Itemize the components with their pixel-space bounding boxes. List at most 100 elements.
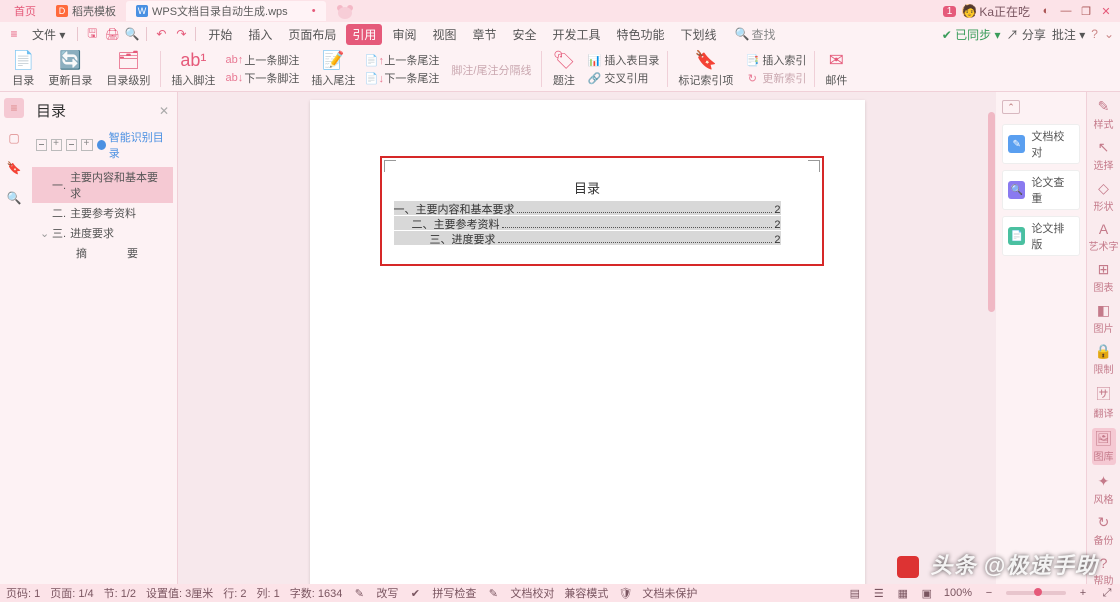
window-close[interactable]: ✕ xyxy=(1096,1,1116,21)
rail-wordart[interactable]: A艺术字 xyxy=(1089,221,1119,253)
rail-style[interactable]: ✎样式 xyxy=(1094,98,1114,131)
print-icon[interactable]: 🖨 xyxy=(104,26,120,42)
share-button[interactable]: ↗ 分享 xyxy=(1007,26,1046,43)
view-read-icon[interactable]: ▣ xyxy=(920,587,934,600)
view-print-icon[interactable]: ▤ xyxy=(848,587,862,600)
rail-style-theme[interactable]: ✦风格 xyxy=(1094,473,1114,506)
search-box[interactable]: 🔍查找 xyxy=(735,26,776,43)
tab-underline[interactable]: 下划线 xyxy=(675,24,723,45)
app-menu-icon[interactable]: ≡ xyxy=(6,26,22,42)
left-strip: ≡ ▢ 🔖 🔍 xyxy=(0,92,28,584)
file-menu[interactable]: 文件 ▾ xyxy=(26,24,71,45)
tab-review[interactable]: 审阅 xyxy=(386,24,422,45)
bookmark-icon[interactable]: 🔖 xyxy=(4,158,24,178)
ai-toc-button[interactable]: 智能识别目录 xyxy=(97,129,169,161)
bear-icon[interactable] xyxy=(332,1,358,21)
outline-tab-icon[interactable]: ≡ xyxy=(4,98,24,118)
tab-insert[interactable]: 插入 xyxy=(242,24,278,45)
tab-active-doc[interactable]: W WPS文档目录自动生成.wps • xyxy=(126,1,326,21)
status-words[interactable]: 字数: 1634 xyxy=(290,585,343,601)
tab-reference[interactable]: 引用 xyxy=(346,24,382,45)
spellcheck-icon[interactable]: ✔ xyxy=(408,587,422,600)
toc-level-button[interactable]: 🗂目录级别 xyxy=(100,48,156,90)
level-down-icon[interactable] xyxy=(66,139,77,151)
update-toc-button[interactable]: 🔄更新目录 xyxy=(42,48,98,90)
window-min[interactable]: — xyxy=(1056,1,1076,21)
status-section[interactable]: 节: 1/2 xyxy=(104,585,136,601)
fit-icon[interactable]: ⤢ xyxy=(1100,587,1114,600)
status-page[interactable]: 页面: 1/4 xyxy=(50,585,93,601)
level-up-icon[interactable] xyxy=(81,139,92,151)
expand-all-icon[interactable] xyxy=(51,139,62,151)
status-pagenum[interactable]: 页码: 1 xyxy=(6,585,40,601)
rail-backup[interactable]: ↻备份 xyxy=(1094,514,1114,547)
user-avatar[interactable]: 🧑 Ka正在吃 xyxy=(962,3,1030,20)
window-restore[interactable]: ❐ xyxy=(1076,1,1096,21)
toc-button[interactable]: 📄目录 xyxy=(6,48,40,90)
approve-button[interactable]: 批注 ▾ xyxy=(1052,26,1085,43)
insert-endnote-button[interactable]: 📝插入尾注 xyxy=(305,48,361,90)
rail-help[interactable]: ?帮助 xyxy=(1094,555,1114,587)
rail-image[interactable]: ◧图片 xyxy=(1094,302,1114,335)
caption-button[interactable]: 🏷题注 xyxy=(546,48,581,90)
notif-badge[interactable]: 1 xyxy=(943,6,957,17)
outline-item[interactable]: 一.主要内容和基本要求 xyxy=(32,167,173,203)
protect-icon[interactable]: 🛡 xyxy=(618,587,632,600)
scrollbar[interactable] xyxy=(986,92,996,584)
outline-item[interactable]: ⌄三.进度要求 xyxy=(32,223,173,243)
mark-index-button[interactable]: 🔖标记索引项 xyxy=(672,48,739,90)
rail-chart[interactable]: ⊞图表 xyxy=(1094,261,1114,294)
rail-translate[interactable]: 🈂翻译 xyxy=(1094,384,1114,420)
collapse-all-icon[interactable] xyxy=(36,139,47,151)
proof-icon[interactable]: ✎ xyxy=(486,587,500,600)
skin-icon[interactable]: ◐ xyxy=(1036,1,1056,21)
tab-dev[interactable]: 开发工具 xyxy=(547,24,607,45)
next-footnote[interactable]: ab↓下一条脚注 xyxy=(227,70,299,86)
zoom-slider[interactable] xyxy=(1006,591,1066,595)
rail-restrict[interactable]: 🔒限制 xyxy=(1094,343,1114,376)
rail-select[interactable]: ↖选择 xyxy=(1094,139,1114,172)
rail-shape[interactable]: ◇形状 xyxy=(1094,180,1114,213)
tab-layout[interactable]: 页面布局 xyxy=(282,24,342,45)
outline-item[interactable]: 二.主要参考资料 xyxy=(32,203,173,223)
view-outline-icon[interactable]: ☰ xyxy=(872,587,886,600)
redo-icon[interactable]: ↷ xyxy=(173,26,189,42)
tab-security[interactable]: 安全 xyxy=(506,24,542,45)
help-icon[interactable]: ? xyxy=(1091,27,1098,41)
zoom-in-icon[interactable]: + xyxy=(1076,587,1090,599)
cross-ref[interactable]: 🔗交叉引用 xyxy=(587,70,659,86)
save-icon[interactable]: 🖫 xyxy=(84,26,100,42)
insert-table-toc[interactable]: 📊插入表目录 xyxy=(587,52,659,68)
find-icon[interactable]: 🔍 xyxy=(4,188,24,208)
undo-icon[interactable]: ↶ xyxy=(153,26,169,42)
preview-icon[interactable]: 🔍 xyxy=(124,26,140,42)
overwrite-icon[interactable]: ✎ xyxy=(352,587,366,600)
view-web-icon[interactable]: ▦ xyxy=(896,587,910,600)
scroll-thumb[interactable] xyxy=(988,112,995,312)
prev-endnote[interactable]: 📄↑上一条尾注 xyxy=(367,52,439,68)
rail-gallery[interactable]: 🖼图库 xyxy=(1092,428,1116,465)
tab-start[interactable]: 开始 xyxy=(202,24,238,45)
sync-status[interactable]: ✔ 已同步 ▾ xyxy=(942,26,1001,43)
mail-button[interactable]: ✉邮件 xyxy=(819,48,853,90)
tab-view[interactable]: 视图 xyxy=(426,24,462,45)
doc-proof-button[interactable]: ✎文档校对 xyxy=(1002,124,1080,164)
zoom-level[interactable]: 100% xyxy=(944,587,972,599)
tab-home[interactable]: 首页 xyxy=(4,1,46,21)
document-canvas[interactable]: 目录 一、主要内容和基本要求2 二、主要参考资料2 三、进度要求2 xyxy=(178,92,996,584)
page-thumb-icon[interactable]: ▢ xyxy=(4,128,24,148)
tab-shell-template[interactable]: D 稻壳模板 xyxy=(46,1,126,21)
prev-footnote[interactable]: ab↑上一条脚注 xyxy=(227,52,299,68)
thesis-layout-button[interactable]: 📄论文排版 xyxy=(1002,216,1080,256)
tab-special[interactable]: 特色功能 xyxy=(611,24,671,45)
outline-close-icon[interactable]: ✕ xyxy=(159,104,169,118)
outline-item[interactable]: 摘 要 xyxy=(32,243,173,263)
panel-collapse-icon[interactable]: ⌃ xyxy=(1002,100,1020,114)
next-endnote[interactable]: 📄↓下一条尾注 xyxy=(367,70,439,86)
zoom-out-icon[interactable]: − xyxy=(982,587,996,599)
thesis-check-button[interactable]: 🔍论文查重 xyxy=(1002,170,1080,210)
collapse-ribbon-icon[interactable]: ⌄ xyxy=(1104,27,1114,41)
insert-footnote-button[interactable]: ab¹插入脚注 xyxy=(165,48,221,90)
insert-index[interactable]: 📑插入索引 xyxy=(745,52,806,68)
tab-section[interactable]: 章节 xyxy=(466,24,502,45)
